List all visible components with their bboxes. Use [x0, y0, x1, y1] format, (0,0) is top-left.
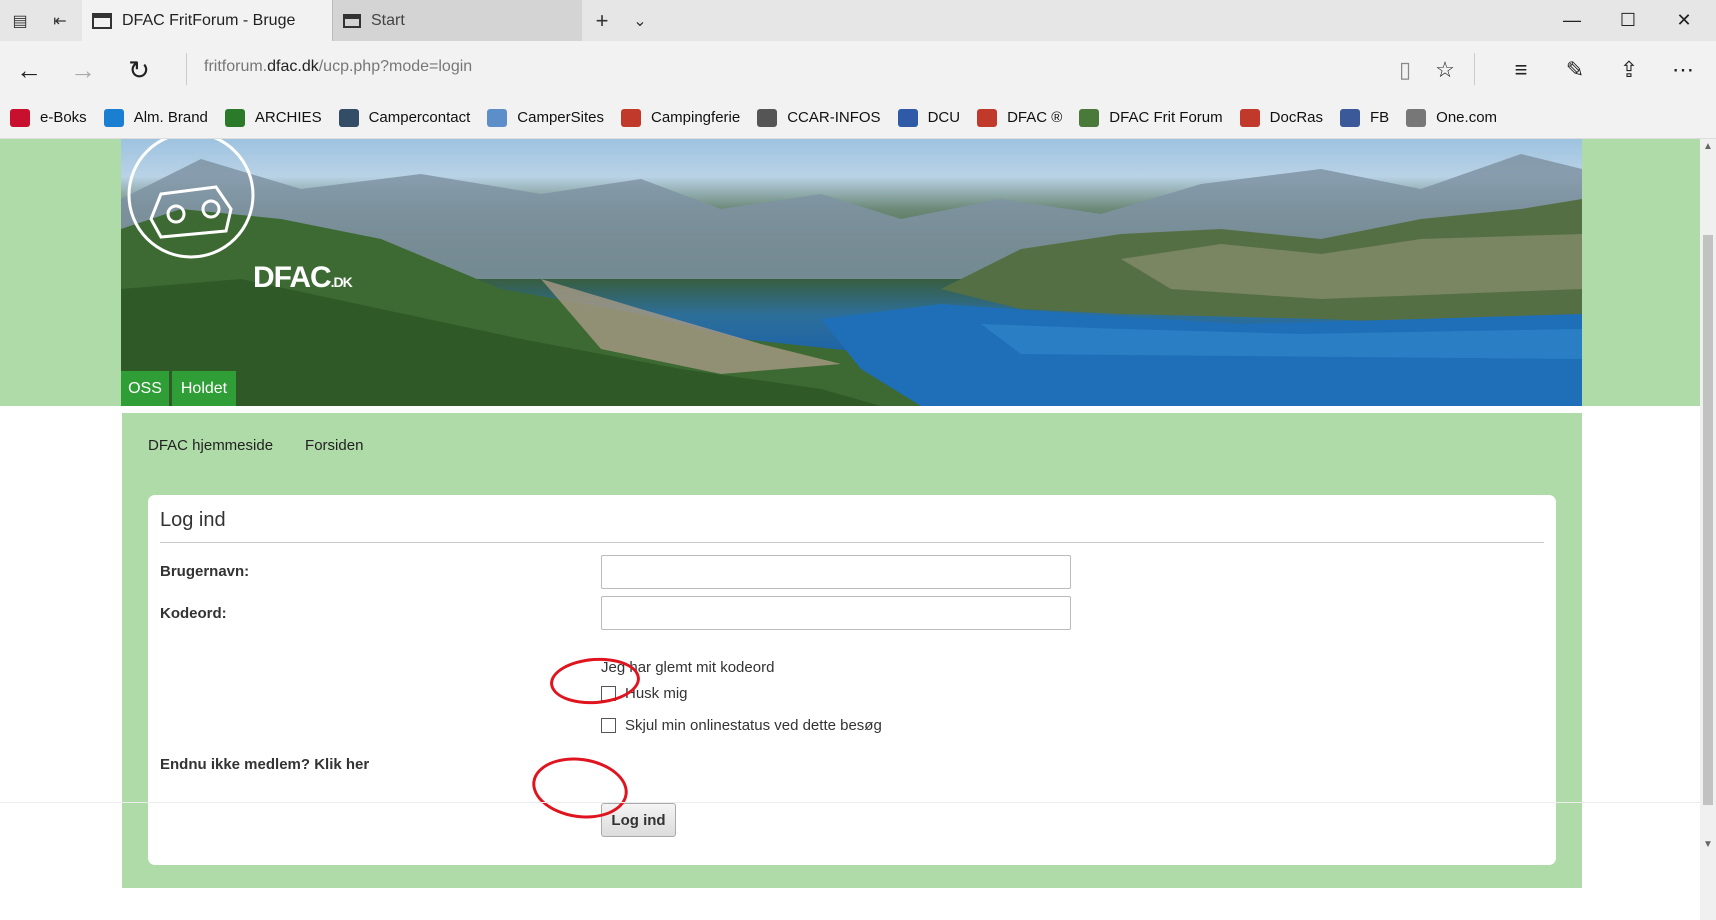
new-tab-icon[interactable]: + [590, 8, 614, 33]
toolbar-separator [1474, 53, 1475, 85]
archies-icon [224, 108, 245, 127]
forward-icon[interactable]: → [68, 55, 98, 85]
almbrand-icon [103, 108, 124, 127]
favorite-item[interactable]: CCAR-INFOS [757, 108, 881, 127]
favorite-item[interactable]: e-Boks [10, 108, 87, 127]
campingferie-icon [621, 108, 641, 127]
hide-status-checkbox[interactable] [601, 718, 616, 733]
breadcrumb: DFAC hjemmeside Forsiden [148, 437, 395, 454]
url-prefix: fritforum. [204, 58, 268, 75]
logo-text: DFAC.DK [253, 261, 353, 295]
share-icon[interactable]: ⇪ [1614, 55, 1644, 85]
favorite-label: Campercontact [368, 109, 471, 126]
maximize-icon[interactable]: ☐ [1600, 0, 1656, 41]
ccar-icon [757, 108, 778, 127]
url-path: /ucp.php?mode=login [318, 58, 473, 75]
favorite-item[interactable]: Alm. Brand [103, 108, 208, 127]
favorite-item[interactable]: Campercontact [338, 108, 471, 127]
hide-status-label: Skjul min onlinestatus ved dette besøg [625, 717, 882, 734]
favorite-label: DFAC Frit Forum [1109, 109, 1223, 126]
more-icon[interactable]: ⋯ [1668, 55, 1698, 85]
scroll-up-icon[interactable]: ▲ [1703, 141, 1713, 152]
set-aside-tabs-icon[interactable]: ⇤ [48, 9, 72, 33]
tab-manager-icon[interactable]: ▤ [8, 9, 32, 33]
url-domain: dfac.dk [267, 58, 319, 75]
url-field[interactable]: fritforum.dfac.dk/ucp.php?mode=login [204, 58, 472, 76]
minimize-icon[interactable]: — [1544, 0, 1600, 41]
web-page: DFAC.DK OSS Holdet DFAC hjemmeside Forsi… [0, 139, 1700, 920]
favorite-label: DCU [927, 109, 961, 126]
facebook-icon [1340, 108, 1360, 127]
scroll-down-icon[interactable]: ▼ [1703, 839, 1713, 850]
favorite-label: FB [1370, 109, 1390, 126]
page-icon [92, 12, 112, 29]
favorites-bar: e-Boks Alm. Brand ARCHIES Campercontact Camp… [0, 97, 1716, 139]
hide-status-row[interactable]: Skjul min onlinestatus ved dette besøg [601, 717, 882, 734]
header-banner: DFAC.DK OSS Holdet [121, 139, 1582, 406]
address-bar: ← → ↻ fritforum.dfac.dk/ucp.php?mode=log… [0, 41, 1716, 97]
login-title: Log ind [160, 509, 226, 531]
campersites-icon [487, 108, 508, 127]
title-divider [160, 542, 1544, 543]
username-input[interactable] [601, 555, 1071, 589]
favorite-label: DFAC ® [1007, 109, 1063, 126]
password-input[interactable] [601, 596, 1071, 630]
favorite-item[interactable]: DFAC Frit Forum [1079, 108, 1223, 127]
favorite-item[interactable]: CamperSites [487, 108, 604, 127]
nav-tab-oss[interactable]: OSS [121, 371, 169, 406]
tab-active-title: DFAC FritForum - Bruge [122, 11, 296, 29]
address-separator [186, 53, 187, 85]
campercontact-icon [338, 108, 359, 127]
dcu-icon [897, 108, 918, 127]
favorite-label: ARCHIES [254, 109, 322, 126]
favorite-label: One.com [1436, 109, 1498, 126]
docras-icon [1239, 108, 1260, 127]
page-scrollbar[interactable]: ▲ ▼ [1700, 139, 1716, 920]
tab-start[interactable]: Start [332, 0, 582, 41]
tab-start-title: Start [371, 11, 405, 29]
favorite-item[interactable]: One.com [1406, 108, 1498, 127]
content-area: DFAC hjemmeside Forsiden Log ind Brugern… [122, 413, 1582, 888]
favorite-label: e-Boks [40, 109, 87, 126]
nav-tab-holdet[interactable]: Holdet [172, 371, 236, 406]
logo-main-text: DFAC [253, 261, 332, 294]
favorite-item[interactable]: Campingferie [621, 108, 741, 127]
favorite-item[interactable]: DFAC ® [977, 108, 1063, 127]
reading-view-icon[interactable]: ▯ [1390, 55, 1420, 85]
favorite-label: Campingferie [651, 109, 741, 126]
favorite-label: CamperSites [517, 109, 604, 126]
dfac-forum-icon [1079, 108, 1100, 127]
login-panel: Log ind Brugernavn: Kodeord: Jeg har gle… [148, 495, 1556, 865]
footer-divider [0, 802, 1700, 803]
username-label: Brugernavn: [160, 563, 250, 580]
close-window-icon[interactable]: ✕ [1656, 0, 1712, 41]
favorite-item[interactable]: DocRas [1239, 108, 1323, 127]
hub-icon[interactable]: ≡ [1506, 55, 1536, 85]
tab-preview-chevron-icon[interactable]: ⌄ [628, 9, 652, 33]
back-icon[interactable]: ← [14, 55, 44, 85]
dfac-logo-icon [127, 139, 255, 259]
favorite-item[interactable]: ARCHIES [224, 108, 322, 127]
scroll-thumb[interactable] [1703, 235, 1713, 805]
logo-suffix-text: .DK [330, 274, 353, 290]
crumb-home[interactable]: DFAC hjemmeside [148, 437, 273, 454]
tab-bar: ▤ ⇤ DFAC FritForum - Bruge ✕ Start + ⌄ —… [0, 0, 1716, 41]
eboks-icon [10, 108, 30, 127]
dfac-icon [977, 108, 998, 127]
start-page-icon [343, 13, 361, 28]
onecom-icon [1406, 108, 1427, 127]
favorite-label: DocRas [1269, 109, 1323, 126]
register-link[interactable]: Endnu ikke medlem? Klik her [160, 756, 369, 773]
favorite-label: CCAR-INFOS [787, 109, 881, 126]
refresh-icon[interactable]: ↻ [124, 55, 154, 85]
favorite-label: Alm. Brand [133, 109, 208, 126]
password-label: Kodeord: [160, 605, 227, 622]
favorite-item[interactable]: FB [1340, 108, 1390, 127]
web-note-icon[interactable]: ✎ [1560, 55, 1590, 85]
favorite-star-icon[interactable]: ☆ [1430, 55, 1460, 85]
crumb-index[interactable]: Forsiden [305, 437, 363, 454]
favorite-item[interactable]: DCU [897, 108, 961, 127]
